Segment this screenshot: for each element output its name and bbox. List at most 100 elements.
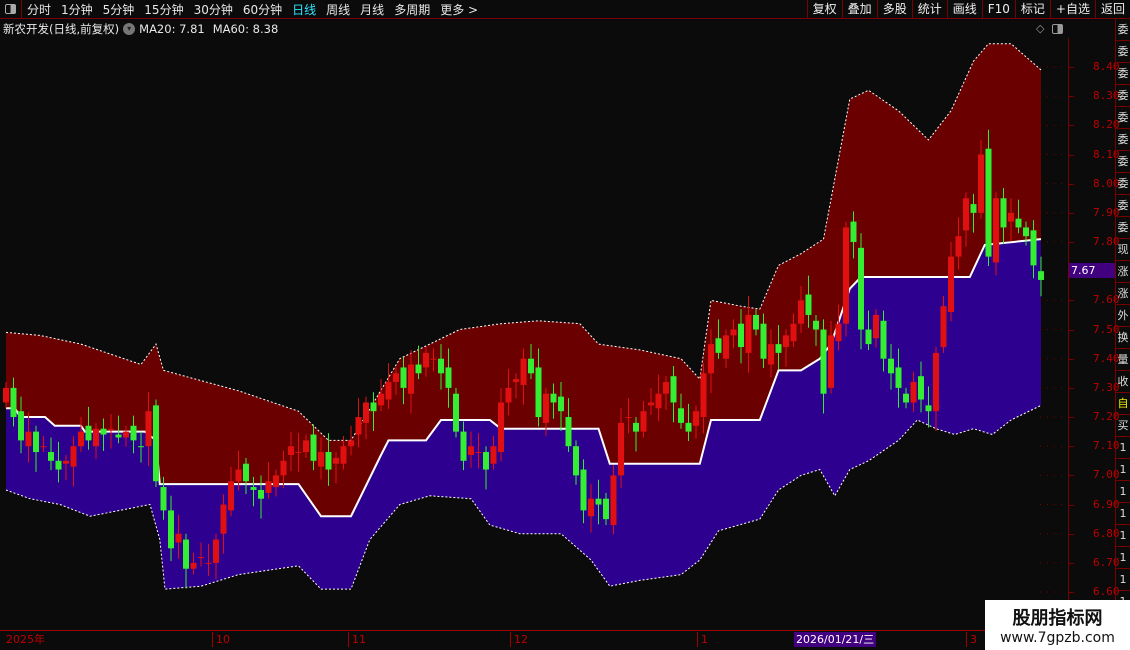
side-cell: 1: [1116, 503, 1130, 525]
candle-body: [78, 431, 84, 447]
time-label: 10: [212, 632, 230, 647]
candle-body: [295, 452, 302, 454]
candle-body: [985, 148, 992, 257]
side-cell: 自: [1116, 393, 1130, 415]
candle-body: [1038, 271, 1044, 280]
candle-body: [1023, 227, 1029, 237]
tick-mark: [1069, 300, 1074, 302]
tick-mark: [1069, 242, 1074, 244]
candle-body: [978, 154, 984, 213]
candle-body: [820, 329, 827, 394]
candle-body: [933, 352, 939, 412]
side-cell: 委: [1116, 107, 1130, 129]
time-label: 11: [348, 632, 366, 647]
candle-body: [790, 323, 797, 342]
side-cell: 委: [1116, 129, 1130, 151]
candle-body: [888, 358, 894, 374]
candle-body: [145, 411, 152, 447]
candle-body: [963, 198, 969, 231]
time-label: 12: [510, 632, 528, 647]
candle-body: [670, 376, 677, 403]
candle-body: [243, 463, 249, 482]
side-cell: 1: [1116, 437, 1130, 459]
candle-body: [100, 428, 107, 435]
candle-body: [700, 373, 707, 418]
tick-mark: [1069, 417, 1074, 419]
candle-body: [438, 358, 444, 374]
candle-body: [108, 428, 114, 430]
side-cell: 外: [1116, 305, 1130, 327]
tick-mark: [1069, 592, 1074, 594]
candle-body: [708, 344, 714, 374]
candle-body: [93, 428, 99, 447]
candle-body: [918, 376, 924, 400]
candle-body: [715, 338, 722, 353]
candle-body: [850, 221, 857, 243]
candle-body: [633, 422, 639, 432]
candle-body: [468, 446, 474, 455]
candle-body: [685, 422, 692, 432]
cursor-price-label: 7.67: [1069, 263, 1115, 278]
tick-mark: [1069, 96, 1074, 98]
watermark: 股朋指标网 www.7gpzb.com: [985, 600, 1130, 650]
tick-mark: [1069, 475, 1074, 477]
candle-body: [580, 469, 587, 511]
candle-body: [835, 323, 842, 342]
time-label: 2025年: [6, 633, 45, 646]
candle-body: [393, 373, 399, 383]
candle-body: [910, 382, 917, 403]
candle-body: [828, 335, 834, 388]
candle-body: [775, 344, 782, 353]
candle-body: [85, 425, 92, 441]
candlestick-chart[interactable]: [0, 0, 1068, 630]
candle-body: [415, 364, 422, 374]
candle-body: [250, 487, 257, 490]
side-cell: 委: [1116, 85, 1130, 107]
candle-body: [168, 510, 174, 549]
candle-body: [318, 452, 324, 467]
toolbar-button[interactable]: 返回: [1094, 0, 1130, 19]
candle-body: [588, 498, 594, 517]
candle-body: [378, 393, 384, 406]
candle-body: [280, 460, 287, 476]
candle-body: [753, 314, 759, 330]
candle-body: [1008, 212, 1014, 222]
candle-body: [603, 498, 609, 520]
side-cell: 量: [1116, 349, 1130, 371]
candle-body: [610, 475, 617, 525]
candle-body: [138, 446, 144, 448]
candle-body: [558, 396, 564, 412]
candle-body: [783, 335, 789, 348]
candle-body: [363, 402, 369, 423]
candle-body: [490, 446, 497, 464]
quote-side-panel: 委委委委委委委委委委现涨涨外换量收自买11111111: [1115, 19, 1130, 630]
side-cell: 现: [1116, 239, 1130, 261]
tick-mark: [1069, 562, 1074, 564]
candle-body: [220, 504, 227, 534]
candle-body: [25, 431, 32, 447]
candle-body: [205, 562, 212, 564]
candle-body: [798, 300, 804, 324]
candle-body: [160, 487, 167, 511]
side-cell: 1: [1116, 569, 1130, 591]
candle-body: [865, 329, 872, 345]
candle-body: [693, 411, 699, 426]
candle-body: [355, 417, 362, 435]
tick-mark: [1069, 387, 1074, 389]
time-axis: 2025年 10 11 12 1 3 2026/01/21/三: [0, 630, 1130, 650]
side-cell: 委: [1116, 195, 1130, 217]
candle-body: [333, 457, 339, 464]
candle-body: [460, 431, 467, 461]
side-cell: 1: [1116, 547, 1130, 569]
candle-body: [663, 382, 669, 394]
candle-body: [760, 323, 767, 359]
candle-body: [213, 539, 219, 563]
candle-body: [550, 393, 557, 403]
candle-body: [325, 452, 332, 470]
tick-mark: [1069, 154, 1074, 156]
side-cell: 收: [1116, 371, 1130, 393]
candle-body: [400, 367, 407, 388]
candle-body: [48, 452, 54, 461]
candle-body: [235, 469, 242, 482]
candle-body: [940, 306, 947, 348]
